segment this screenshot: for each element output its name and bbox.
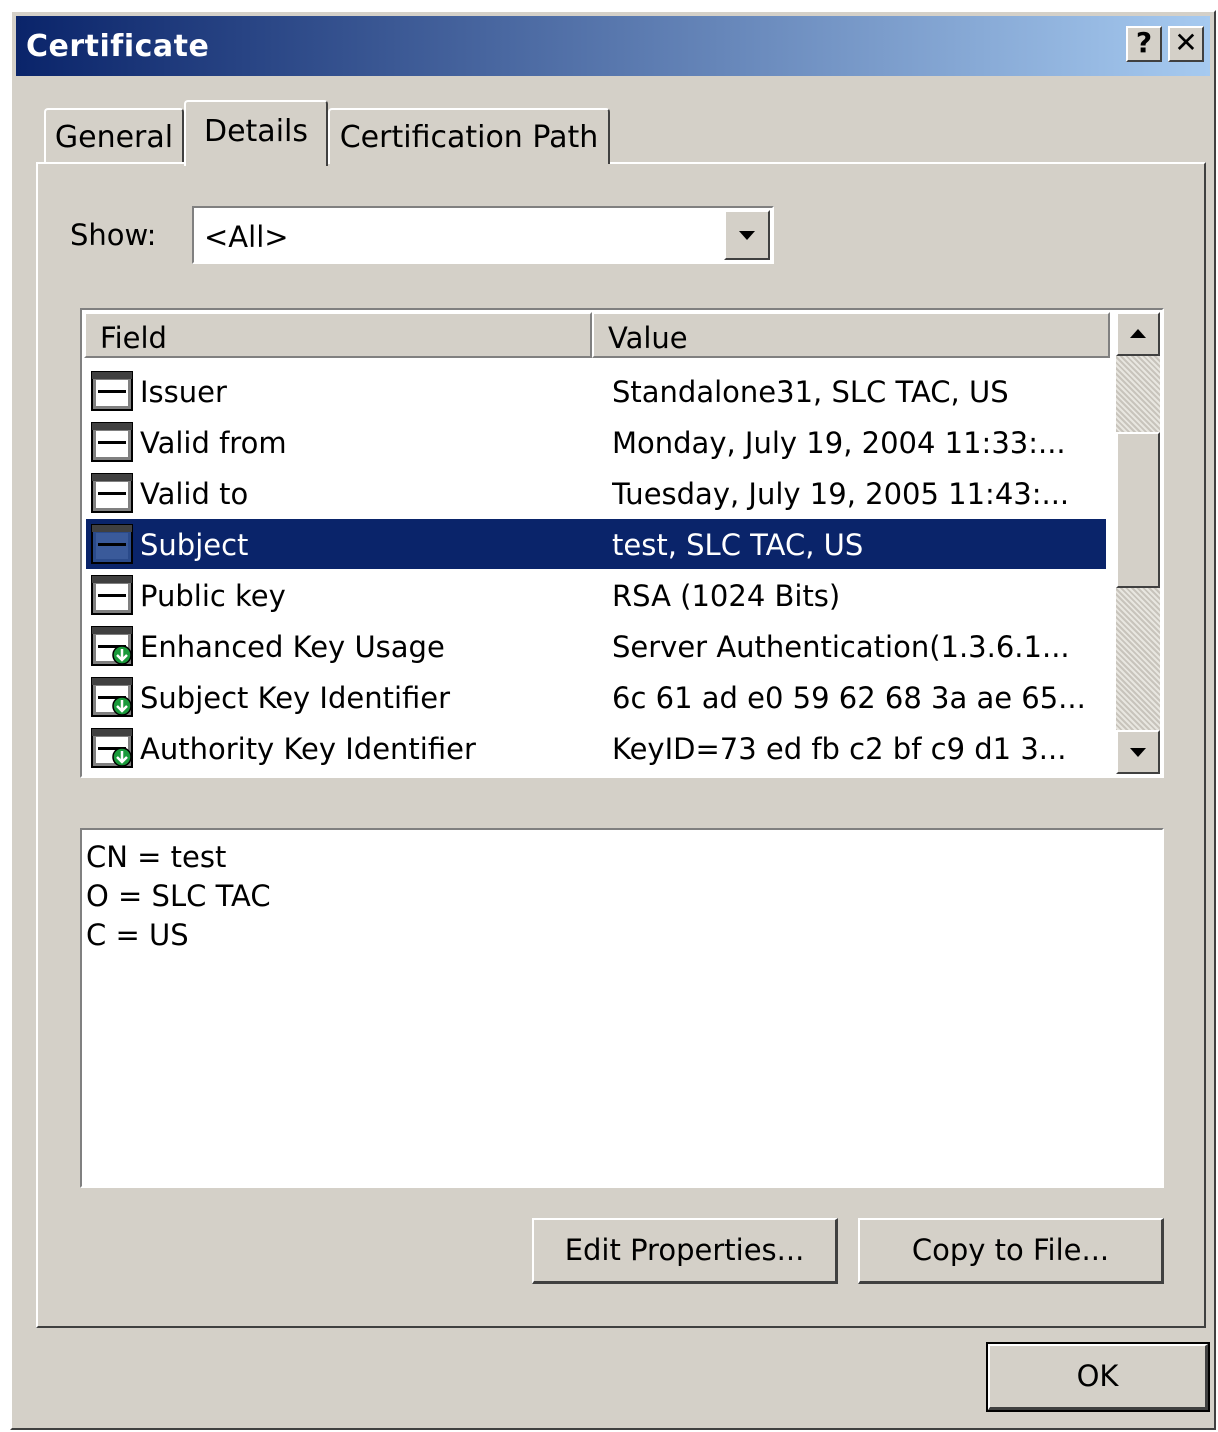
chevron-down-icon bbox=[739, 231, 755, 240]
close-button[interactable]: ✕ bbox=[1168, 26, 1204, 62]
certificate-field-icon bbox=[90, 574, 134, 616]
tab-details-label: Details bbox=[203, 114, 308, 149]
tab-details[interactable]: Details bbox=[184, 100, 328, 166]
row-value: RSA (1024 Bits) bbox=[612, 579, 841, 613]
row-value: KeyID=73 ed fb c2 bf c9 d1 3... bbox=[612, 732, 1067, 766]
tab-certification-path-label: Certification Path bbox=[339, 120, 599, 155]
show-dropdown-button[interactable] bbox=[724, 210, 770, 260]
row-value: Tuesday, July 19, 2005 11:43:... bbox=[612, 477, 1070, 511]
copy-to-file-button[interactable]: Copy to File... bbox=[858, 1218, 1164, 1284]
window-title: Certificate bbox=[26, 29, 210, 64]
tab-general[interactable]: General bbox=[44, 108, 184, 164]
column-header-field-label: Field bbox=[100, 321, 167, 355]
detail-line: O = SLC TAC bbox=[86, 879, 271, 913]
list-scrollbar[interactable] bbox=[1116, 312, 1160, 774]
show-dropdown-value: <All> bbox=[204, 220, 289, 254]
edit-properties-button[interactable]: Edit Properties... bbox=[532, 1218, 838, 1284]
certificate-field-icon bbox=[90, 421, 134, 463]
certificate-field-icon bbox=[90, 370, 134, 412]
arrow-up-icon bbox=[1130, 329, 1146, 338]
show-label: Show: bbox=[70, 218, 157, 252]
certificate-field-icon bbox=[90, 523, 134, 565]
title-bar[interactable]: Certificate ? ✕ bbox=[16, 16, 1210, 76]
row-value: Server Authentication(1.3.6.1... bbox=[612, 630, 1070, 664]
detail-line: C = US bbox=[86, 918, 189, 952]
scrollbar-thumb[interactable] bbox=[1116, 432, 1160, 588]
field-detail-text[interactable]: CN = test O = SLC TAC C = US bbox=[80, 828, 1164, 1188]
certificate-dialog: Certificate ? ✕ General Details Certific… bbox=[10, 10, 1216, 1430]
row-field: Subject bbox=[140, 528, 249, 562]
table-row[interactable]: Public key RSA (1024 Bits) bbox=[86, 570, 1106, 620]
table-row[interactable]: Subject test, SLC TAC, US bbox=[86, 519, 1106, 569]
table-row[interactable]: Valid from Monday, July 19, 2004 11:33:..… bbox=[86, 417, 1106, 467]
fields-list[interactable]: Field Value Issuer Standalone31, SLC TAC,… bbox=[80, 308, 1164, 778]
row-field: Issuer bbox=[140, 375, 227, 409]
help-button[interactable]: ? bbox=[1126, 26, 1162, 62]
show-dropdown[interactable]: <All> bbox=[192, 206, 774, 264]
row-field: Enhanced Key Usage bbox=[140, 630, 445, 664]
row-field: Valid from bbox=[140, 426, 287, 460]
scroll-down-button[interactable] bbox=[1116, 730, 1160, 774]
table-row[interactable]: Authority Key Identifier KeyID=73 ed fb c… bbox=[86, 723, 1106, 773]
tab-certification-path[interactable]: Certification Path bbox=[328, 108, 610, 164]
row-value: test, SLC TAC, US bbox=[612, 528, 864, 562]
column-header-value[interactable]: Value bbox=[592, 312, 1110, 358]
table-row[interactable]: Valid to Tuesday, July 19, 2005 11:43:... bbox=[86, 468, 1106, 518]
row-field: Valid to bbox=[140, 477, 249, 511]
certificate-extension-icon bbox=[90, 676, 134, 718]
arrow-down-icon bbox=[1130, 748, 1146, 757]
row-value: Monday, July 19, 2004 11:33:... bbox=[612, 426, 1066, 460]
row-field: Public key bbox=[140, 579, 286, 613]
row-value: 6c 61 ad e0 59 62 68 3a ae 65... bbox=[612, 681, 1086, 715]
row-field: Subject Key Identifier bbox=[140, 681, 451, 715]
column-header-value-label: Value bbox=[608, 321, 688, 355]
row-value: Standalone31, SLC TAC, US bbox=[612, 375, 1009, 409]
tab-general-label: General bbox=[54, 120, 174, 155]
table-row[interactable]: Issuer Standalone31, SLC TAC, US bbox=[86, 366, 1106, 416]
certificate-field-icon bbox=[90, 472, 134, 514]
detail-line: CN = test bbox=[86, 840, 227, 874]
column-header-field[interactable]: Field bbox=[84, 312, 592, 358]
certificate-extension-icon bbox=[90, 727, 134, 769]
ok-button[interactable]: OK bbox=[986, 1342, 1210, 1412]
row-field: Authority Key Identifier bbox=[140, 732, 476, 766]
scroll-up-button[interactable] bbox=[1116, 312, 1160, 356]
certificate-extension-icon bbox=[90, 625, 134, 667]
table-row[interactable]: Subject Key Identifier 6c 61 ad e0 59 62 … bbox=[86, 672, 1106, 722]
table-row[interactable]: Enhanced Key Usage Server Authentication(… bbox=[86, 621, 1106, 671]
